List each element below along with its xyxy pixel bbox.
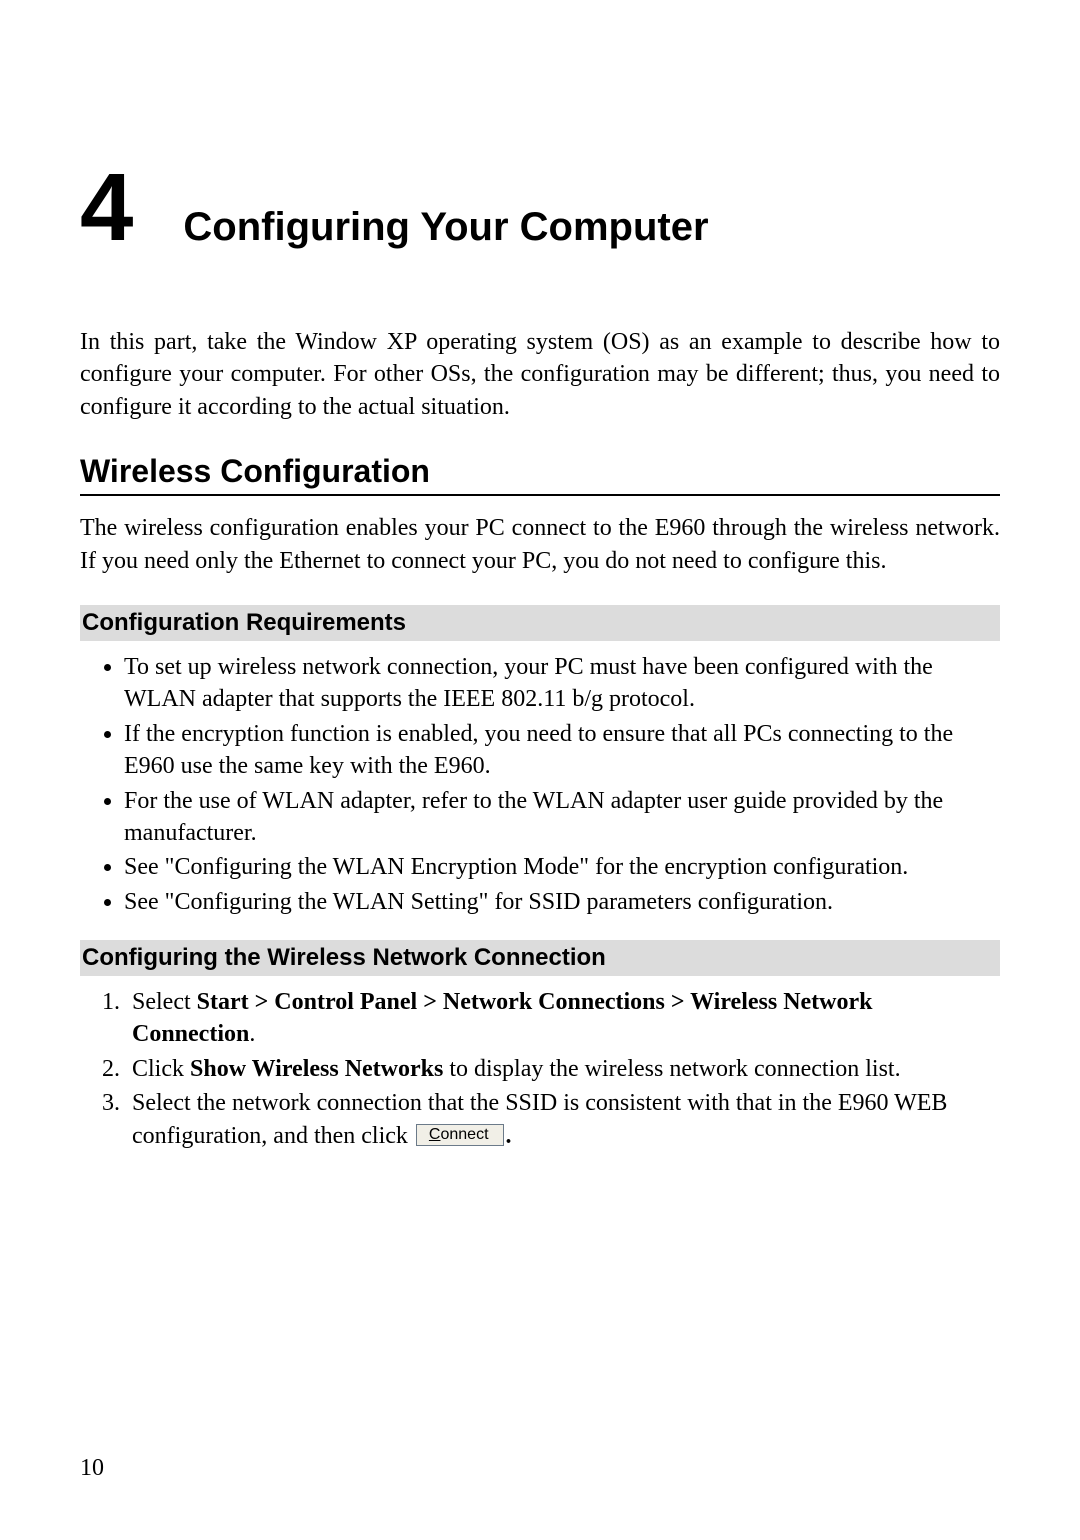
step-text: Select (132, 989, 197, 1015)
chapter-number: 4 (80, 160, 133, 256)
section-title: Wireless Configuration (80, 453, 1000, 496)
subheading-requirements: Configuration Requirements (80, 605, 1000, 641)
step-text: . (506, 1123, 512, 1149)
connect-button[interactable]: Connect (416, 1124, 504, 1146)
requirements-list: To set up wireless network connection, y… (80, 651, 1000, 918)
list-item: To set up wireless network connection, y… (124, 651, 1000, 716)
list-item: See "Configuring the WLAN Encryption Mod… (124, 851, 1000, 883)
connect-button-rest: onnect (440, 1126, 488, 1143)
connect-button-accesskey: C (429, 1126, 441, 1143)
section-intro: The wireless configuration enables your … (80, 512, 1000, 577)
step-bold: Show Wireless Networks (190, 1056, 443, 1082)
page-number: 10 (80, 1455, 104, 1482)
step-text: to display the wireless network connecti… (443, 1056, 900, 1082)
document-page: 4 Configuring Your Computer In this part… (0, 0, 1080, 1540)
subheading-connection: Configuring the Wireless Network Connect… (80, 940, 1000, 976)
connection-steps: Select Start > Control Panel > Network C… (80, 986, 1000, 1152)
list-item: If the encryption function is enabled, y… (124, 718, 1000, 783)
step-bold: Start > Control Panel > Network Connecti… (132, 989, 873, 1047)
list-item: Click Show Wireless Networks to display … (126, 1053, 1000, 1085)
step-text: Click (132, 1056, 190, 1082)
intro-paragraph: In this part, take the Window XP operati… (80, 326, 1000, 423)
chapter-heading: 4 Configuring Your Computer (80, 160, 1000, 256)
step-text: . (249, 1021, 255, 1047)
list-item: See "Configuring the WLAN Setting" for S… (124, 886, 1000, 918)
list-item: For the use of WLAN adapter, refer to th… (124, 785, 1000, 850)
list-item: Select the network connection that the S… (126, 1087, 1000, 1152)
list-item: Select Start > Control Panel > Network C… (126, 986, 1000, 1051)
step-text: Select the network connection that the S… (132, 1090, 947, 1148)
chapter-title: Configuring Your Computer (183, 204, 708, 250)
